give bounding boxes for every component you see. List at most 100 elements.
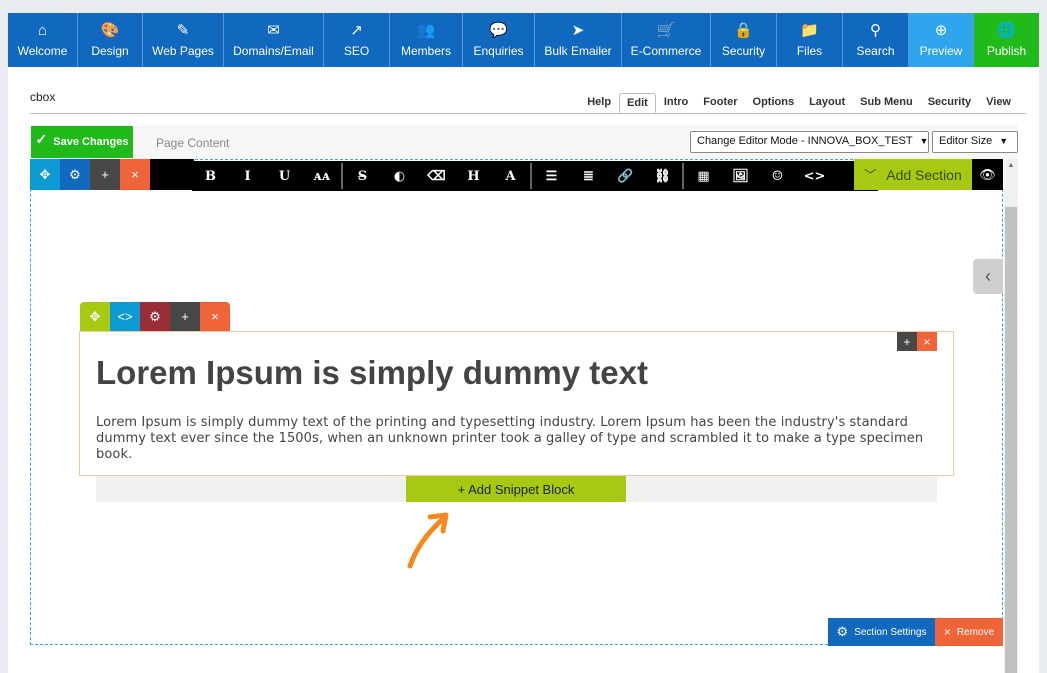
zoom-in-icon: ⊕: [934, 21, 948, 39]
editor-size-value: Editor Size: [939, 135, 993, 147]
scroll-up-icon[interactable]: ▲: [1004, 159, 1018, 173]
emoji-icon[interactable]: ☺: [759, 161, 796, 191]
tab-options[interactable]: Options: [746, 93, 802, 113]
checkmark-icon: ✓: [35, 130, 48, 147]
code-icon[interactable]: <>: [796, 161, 833, 191]
contrast-icon[interactable]: ◐: [381, 161, 418, 191]
list-icon[interactable]: ≣: [570, 161, 607, 191]
top-navigation: ⌂ Welcome 🎨 Design ✎ Web Pages ✉ Domains/Email ↗…: [8, 13, 1039, 67]
toolbar-background: [150, 159, 194, 190]
table-icon[interactable]: ▦: [685, 161, 722, 191]
move-icon[interactable]: ✥: [80, 302, 110, 331]
remove-section-button[interactable]: × Remove: [935, 618, 1003, 646]
nav-security-button[interactable]: 🔒 Security: [711, 13, 777, 67]
italic-icon[interactable]: I: [229, 161, 266, 191]
nav-label: Domains/Email: [233, 43, 314, 58]
nav-label: Web Pages: [152, 43, 214, 58]
scrollbar[interactable]: ▲: [1004, 159, 1018, 673]
folder-icon: 📁: [800, 21, 819, 39]
nav-seo-button[interactable]: ↗ SEO: [324, 13, 390, 67]
align-icon[interactable]: ☰: [533, 161, 570, 191]
tab-sub-menu[interactable]: Sub Menu: [853, 93, 920, 113]
code-icon[interactable]: <>: [110, 302, 140, 331]
chevron-left-icon[interactable]: ‹: [973, 259, 1003, 294]
save-changes-button[interactable]: ✓ Save Changes: [31, 126, 133, 158]
home-icon: ⌂: [37, 21, 48, 39]
gear-icon[interactable]: ⚙: [140, 302, 170, 331]
close-icon[interactable]: ×: [120, 159, 150, 190]
underline-icon[interactable]: U: [266, 161, 303, 191]
text-color-icon[interactable]: A: [492, 161, 529, 191]
nav-preview-button[interactable]: ⊕ Preview: [909, 13, 974, 67]
toolbar-separator: [530, 163, 532, 189]
save-changes-label: Save Changes: [53, 136, 129, 148]
nav-label: Search: [856, 43, 895, 58]
editor-size-select[interactable]: Editor Size ▼: [932, 131, 1018, 153]
add-snippet-block-button[interactable]: + Add Snippet Block: [406, 476, 626, 502]
unlink-icon[interactable]: ⛓: [644, 161, 681, 191]
scroll-thumb[interactable]: [1005, 207, 1017, 673]
content-heading[interactable]: Lorem Ipsum is simply dummy text: [96, 354, 648, 392]
heading-icon[interactable]: H: [455, 161, 492, 191]
gear-icon[interactable]: ⚙: [60, 159, 90, 190]
close-icon[interactable]: ×: [200, 302, 230, 331]
cart-icon: 🛒: [656, 21, 676, 39]
section-settings-button[interactable]: ⚙ Section Settings: [828, 618, 935, 646]
add-section-button[interactable]: ﹀ Add Section: [854, 159, 972, 190]
content-block[interactable]: + × Lorem Ipsum is simply dummy text Lor…: [79, 331, 954, 476]
globe-icon: 🌐: [997, 21, 1016, 39]
lock-icon: 🔒: [734, 21, 753, 39]
nav-web-pages-button[interactable]: ✎ Web Pages: [143, 13, 224, 67]
editor-tabs: Help Edit Intro Footer Options Layout Sub Menu…: [579, 93, 1018, 113]
tab-footer[interactable]: Footer: [696, 93, 744, 113]
formatting-toolbar: B I Uᴀᴀ S̶ ◐ ⌫ H A ☰ ≣ 🔗 ⛓ ▦ 🖼 ☺ <>: [192, 161, 878, 191]
nav-domains-email-button[interactable]: ✉ Domains/Email: [224, 13, 324, 67]
editor-canvas[interactable]: ✥ ⚙ + × B I Uᴀᴀ S̶ ◐ ⌫ H A ☰ ≣ 🔗 ⛓ ▦ 🖼 ☺ <> ﹀ Add Secti…: [30, 159, 1018, 673]
editor-mode-select[interactable]: Change Editor Mode - INNOVA_BOX_TEST ▼: [690, 131, 929, 153]
link-icon[interactable]: 🔗: [607, 161, 644, 191]
chevron-down-icon: ▼: [999, 136, 1009, 146]
nav-publish-button[interactable]: 🌐 Publish: [974, 13, 1039, 67]
move-icon[interactable]: ✥: [30, 159, 60, 190]
nav-search-button[interactable]: ⚲ Search: [843, 13, 909, 67]
image-icon[interactable]: 🖼: [722, 161, 759, 191]
eraser-icon[interactable]: ⌫: [418, 161, 455, 191]
nav-label: Enquiries: [473, 43, 524, 58]
divider: [30, 113, 1026, 114]
plus-icon[interactable]: +: [170, 302, 200, 331]
bold-icon[interactable]: B: [192, 161, 229, 191]
nav-welcome-button[interactable]: ⌂ Welcome: [8, 13, 78, 67]
nav-label: Security: [721, 43, 766, 58]
main-panel: cbox Help Edit Intro Footer Options Layout Sub…: [8, 67, 1039, 673]
eye-icon[interactable]: 👁: [972, 159, 1003, 190]
users-icon: 👥: [416, 21, 436, 39]
paper-plane-icon: ➤: [571, 21, 585, 39]
tab-view[interactable]: View: [979, 93, 1018, 113]
page-content-label: Page Content: [156, 136, 230, 150]
nav-bulk-emailer-button[interactable]: ➤ Bulk Emailer: [535, 13, 622, 67]
chat-icon: 💬: [489, 21, 508, 39]
close-icon[interactable]: ×: [917, 332, 937, 351]
plus-icon[interactable]: +: [897, 332, 917, 351]
plus-icon[interactable]: +: [90, 159, 120, 190]
tab-security[interactable]: Security: [921, 93, 978, 113]
strikethrough-icon[interactable]: S̶: [344, 161, 381, 191]
nav-label: Design: [91, 43, 129, 58]
nav-files-button[interactable]: 📁 Files: [777, 13, 843, 67]
nav-enquiries-button[interactable]: 💬 Enquiries: [463, 13, 535, 67]
tab-help[interactable]: Help: [580, 93, 618, 113]
chevron-down-icon: ﹀: [864, 168, 877, 182]
tab-intro[interactable]: Intro: [657, 93, 695, 113]
nav-label: Bulk Emailer: [544, 43, 612, 58]
tab-layout[interactable]: Layout: [802, 93, 852, 113]
pencil-icon: ✎: [176, 21, 190, 39]
nav-design-button[interactable]: 🎨 Design: [78, 13, 143, 67]
font-size-icon[interactable]: ᴀᴀ: [303, 161, 340, 191]
content-paragraph[interactable]: Lorem Ipsum is simply dummy text of the …: [96, 415, 926, 463]
nav-label: Files: [796, 43, 823, 58]
nav-members-button[interactable]: 👥 Members: [390, 13, 463, 67]
page-name: cbox: [30, 90, 56, 104]
tab-edit[interactable]: Edit: [619, 93, 656, 113]
nav-e-commerce-button[interactable]: 🛒 E-Commerce: [622, 13, 711, 67]
nav-label: E-Commerce: [630, 43, 702, 58]
